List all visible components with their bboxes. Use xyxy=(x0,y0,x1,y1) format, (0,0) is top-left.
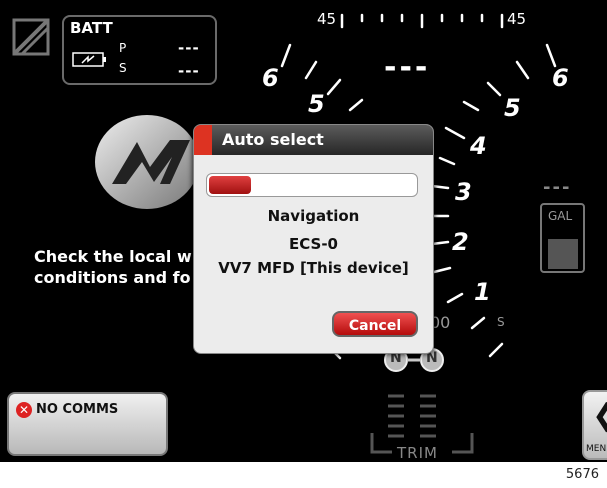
image-code: 5676 xyxy=(565,467,599,482)
gauge-left-5: 5 xyxy=(308,90,325,118)
gauge-right-3: 3 xyxy=(455,178,472,206)
gauge-left-6: 6 xyxy=(262,64,279,92)
fuel-level-fill xyxy=(548,239,578,269)
menu-label: MEN xyxy=(586,444,607,454)
progress-bar xyxy=(206,173,418,197)
display-screen: BATT P S --- --- 45 45 6 5 6 5 4 3 2 1 -… xyxy=(0,0,607,462)
dialog-line-device-id: ECS-0 xyxy=(289,235,338,253)
chevron-left-icon: ❮ xyxy=(592,398,607,433)
gauge-right-6: 6 xyxy=(552,64,569,92)
gauge-right-2: 2 xyxy=(452,228,469,256)
no-comms-button[interactable]: ✕ NO COMMS xyxy=(7,392,168,456)
auto-select-dialog: Auto select Navigation ECS-0 VV7 MFD [Th… xyxy=(193,124,434,354)
gauge-partial-unit: S xyxy=(497,315,505,329)
gauge-right-4: 4 xyxy=(470,132,487,160)
fuel-value: --- xyxy=(543,177,572,198)
gauge-right-1: 1 xyxy=(474,278,491,306)
dialog-header: Auto select xyxy=(194,125,433,155)
no-comms-label: NO COMMS xyxy=(36,402,119,417)
fuel-unit-label: GAL xyxy=(548,209,573,223)
dialog-line-navigation: Navigation xyxy=(267,207,360,225)
warning-line-1: Check the local w xyxy=(34,247,192,266)
gauge-top-right-label: 45 xyxy=(507,10,527,28)
gauge-top-left-label: 45 xyxy=(317,10,337,28)
gauge-right-5: 5 xyxy=(504,94,521,122)
menu-button[interactable]: ❮ MEN xyxy=(582,390,607,460)
warning-message: Check the local w conditions and fo xyxy=(34,246,192,288)
trim-label: TRIM xyxy=(397,444,438,462)
gauge-center-value: --- xyxy=(384,50,431,85)
error-icon: ✕ xyxy=(16,402,32,418)
progress-fill xyxy=(209,176,251,194)
fuel-gauge: GAL xyxy=(540,203,585,273)
warning-line-2: conditions and fo xyxy=(34,268,191,287)
dialog-accent xyxy=(194,125,212,155)
dialog-title: Auto select xyxy=(222,130,324,149)
dialog-line-device-name: VV7 MFD [This device] xyxy=(218,259,409,277)
mercury-logo-icon xyxy=(95,115,199,209)
cancel-button[interactable]: Cancel xyxy=(332,311,418,337)
